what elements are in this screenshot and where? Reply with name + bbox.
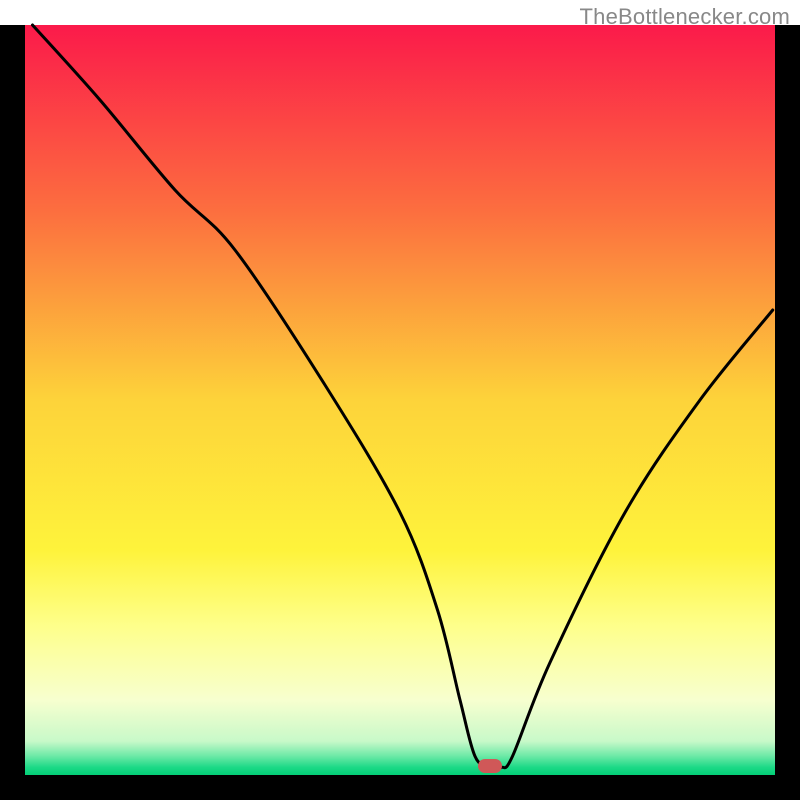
chart-background [25, 25, 775, 775]
chart-canvas [0, 0, 800, 800]
bottleneck-chart: TheBottlenecker.com [0, 0, 800, 800]
optimal-point-marker [478, 759, 502, 773]
attribution-label: TheBottlenecker.com [580, 4, 790, 30]
